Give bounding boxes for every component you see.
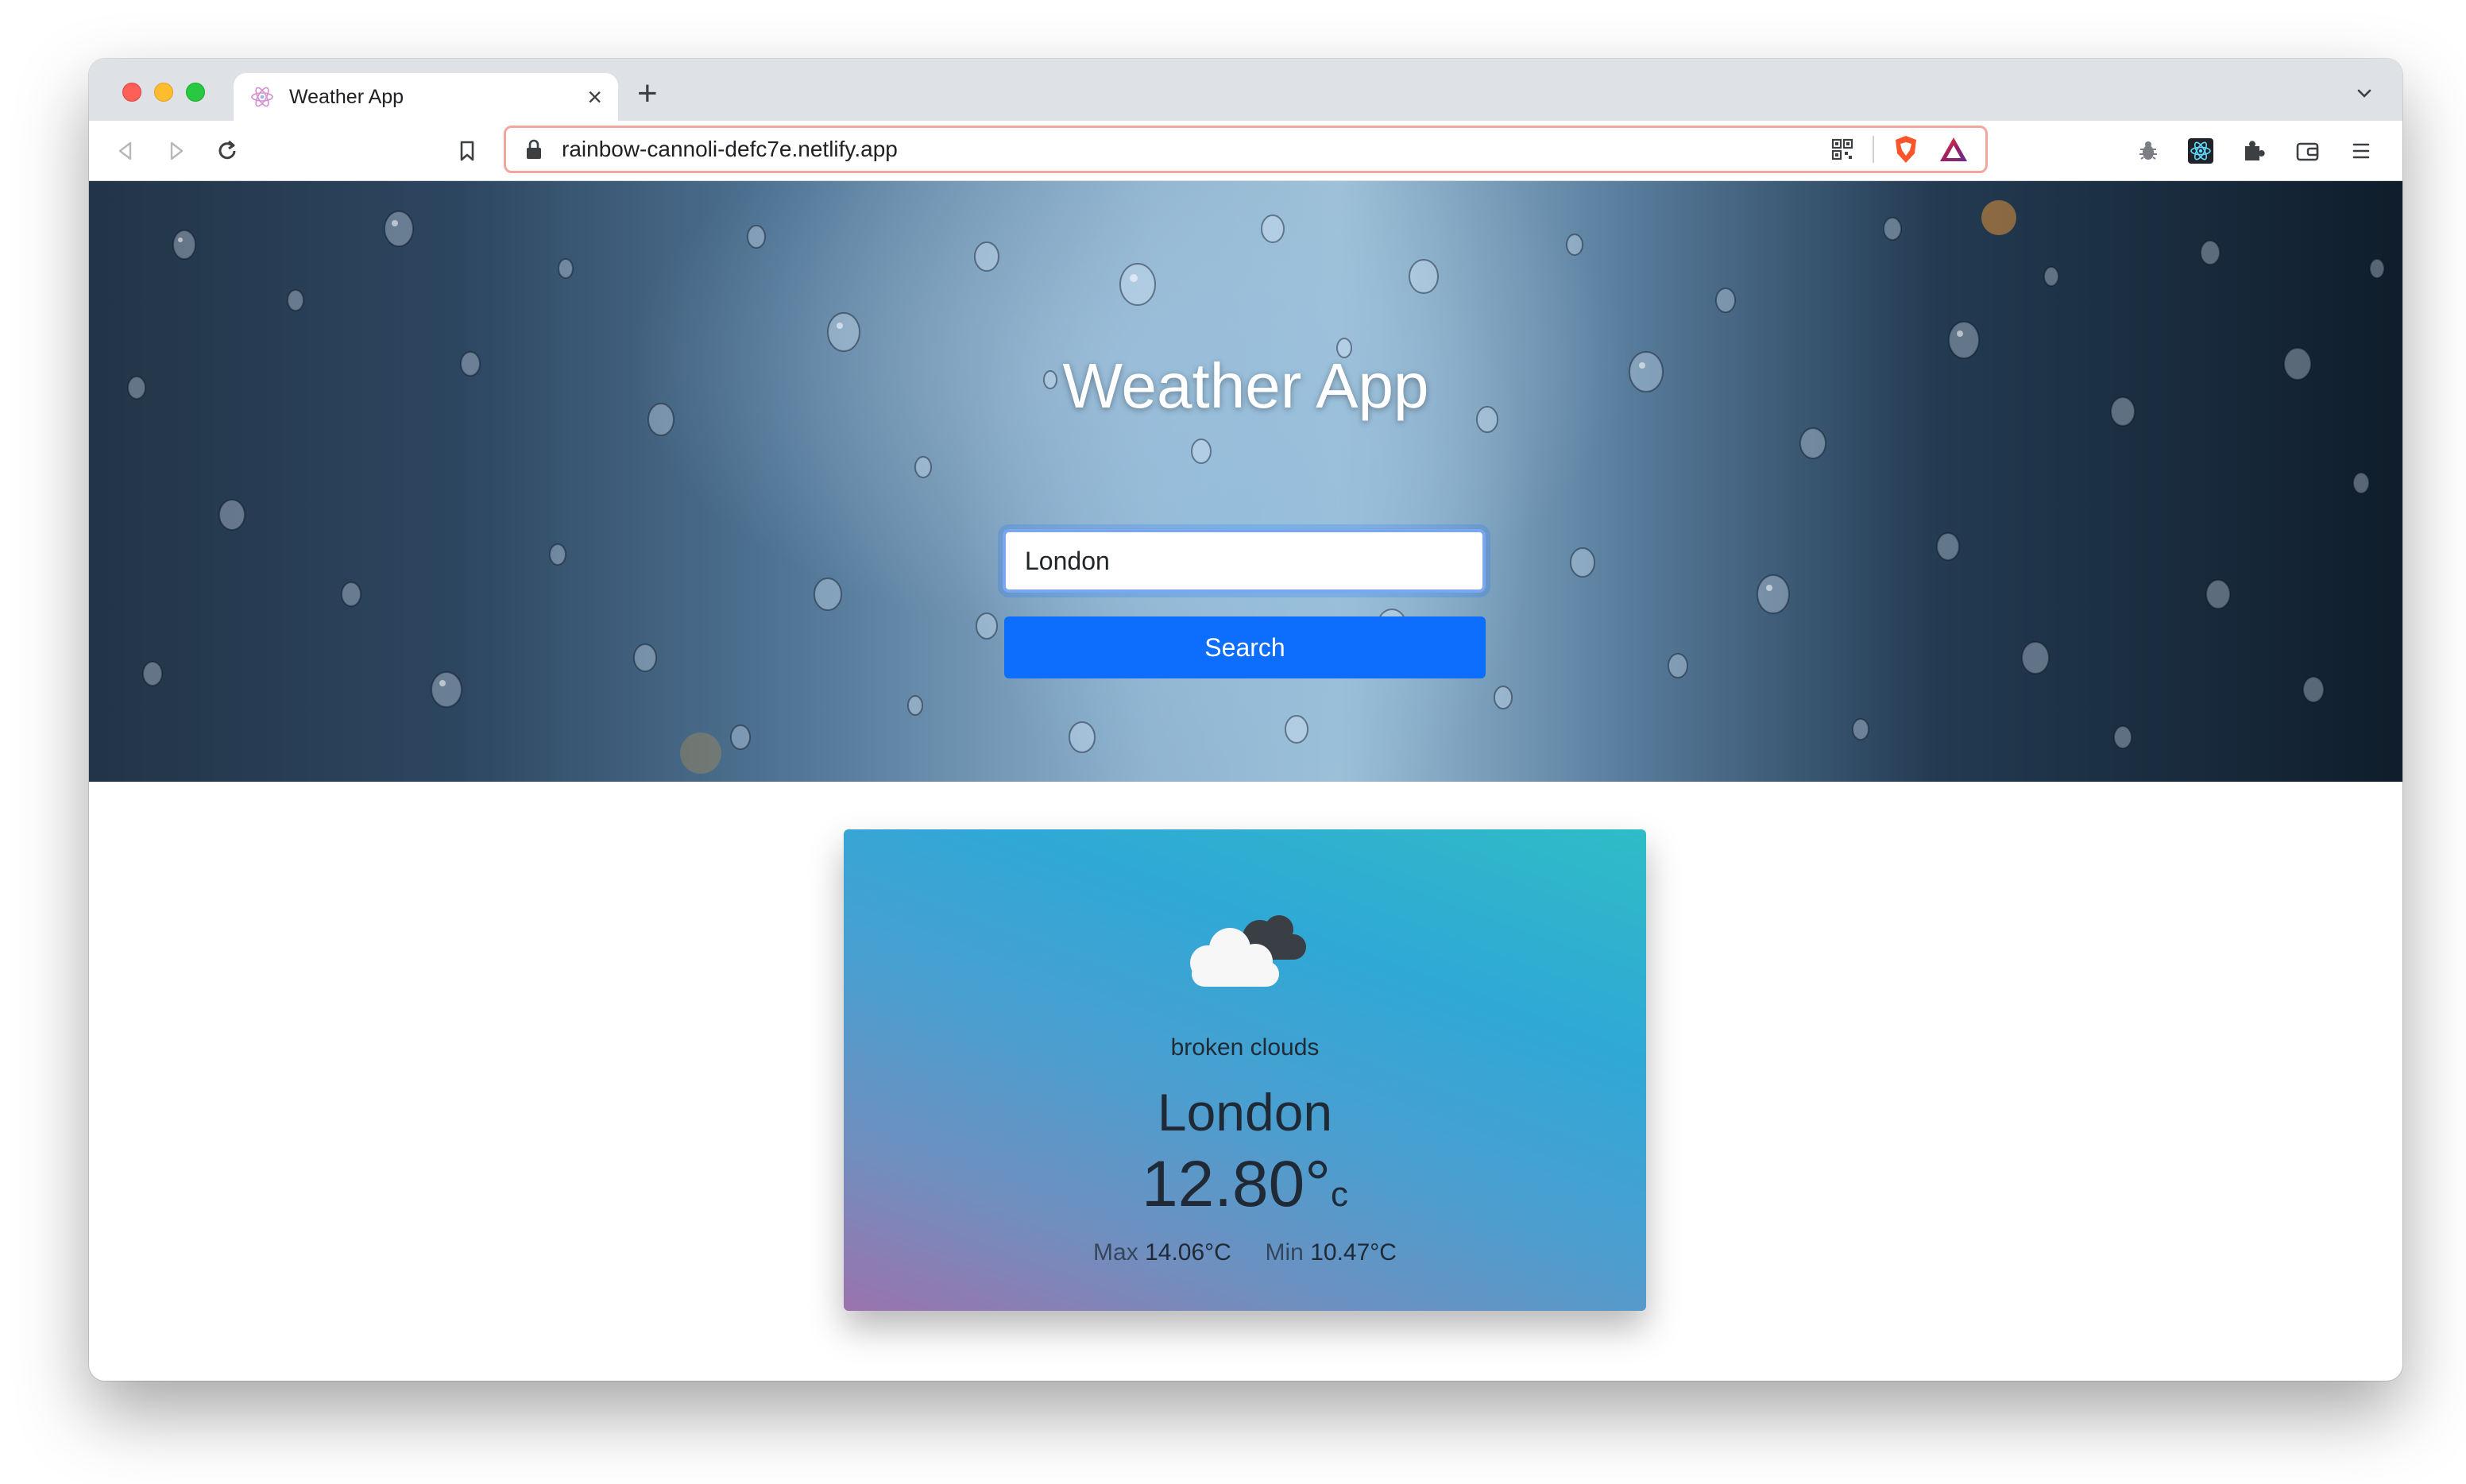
brave-shield-icon[interactable] [1892,134,1920,164]
wallet-icon[interactable] [2293,137,2321,165]
min-temperature: 10.47°C [1310,1239,1397,1266]
address-bar[interactable]: rainbow-cannoli-defc7e.netlify.app [504,126,1988,173]
react-devtools-icon[interactable] [2186,137,2215,165]
page-title: Weather App [1062,350,1429,421]
broken-clouds-icon [1190,915,1306,987]
new-tab-button[interactable]: + [637,76,658,111]
qr-code-icon[interactable] [1830,137,1855,162]
browser-window: Weather App × + rainbow-cannoli-defc7e.n… [89,59,2402,1381]
min-label: Min [1265,1239,1304,1266]
weather-card: broken clouds London 12.80°c Max 14.06°C… [844,829,1646,1311]
min-max-row: Max 14.06°C Min 10.47°C [844,1239,1646,1266]
temperature-line: 12.80°c [844,1147,1646,1222]
close-window-button[interactable] [122,83,141,102]
tab-title: Weather App [289,85,404,108]
url-text: rainbow-cannoli-defc7e.netlify.app [562,137,898,161]
tab-close-icon[interactable]: × [587,84,602,110]
city-search-input[interactable] [1003,529,1486,593]
back-icon[interactable] [111,137,140,165]
search-button[interactable]: Search [1004,616,1486,678]
omnibox-separator [1873,136,1874,163]
lock-icon [527,139,541,159]
minimize-window-button[interactable] [154,83,173,102]
chevron-down-icon[interactable] [2353,83,2375,105]
tab-strip: Weather App × + [89,59,2402,121]
bug-extension-icon[interactable] [2134,137,2163,165]
temperature-value: 12.80° [1142,1148,1331,1220]
react-favicon-icon [251,87,273,107]
weather-description: broken clouds [1170,1034,1320,1061]
forward-icon[interactable] [162,137,191,165]
max-label: Max [1093,1239,1138,1266]
extensions-puzzle-icon[interactable] [2239,137,2267,165]
tab-weather-app[interactable]: Weather App × [234,73,618,121]
max-temperature: 14.06°C [1145,1239,1231,1266]
menu-icon[interactable] [2347,137,2375,165]
city-name: London [1157,1083,1333,1142]
rain-background-image [127,200,2385,774]
brave-rewards-icon[interactable] [1938,135,1969,164]
bookmark-icon[interactable] [453,137,481,165]
hero-banner: Weather App Search [89,181,2402,782]
zoom-window-button[interactable] [186,83,205,102]
temperature-unit: c [1331,1175,1348,1214]
reload-icon[interactable] [213,137,242,165]
